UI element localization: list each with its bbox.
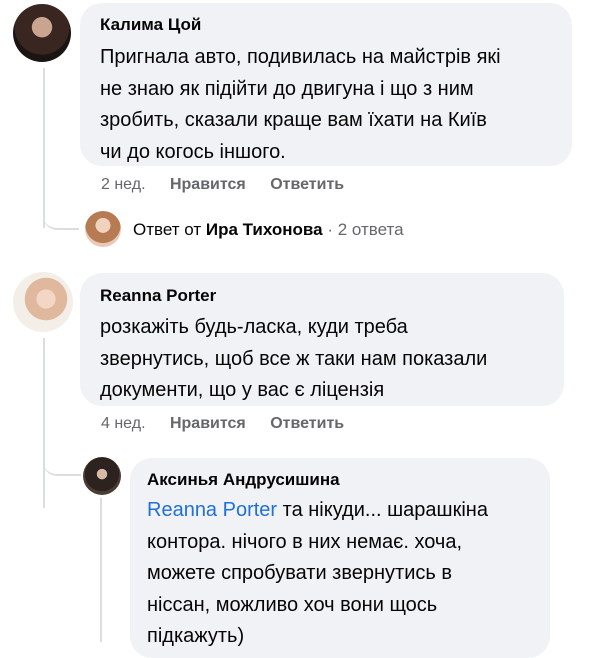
reply-button[interactable]: Ответить xyxy=(270,415,344,432)
reply-summary-author: Ира Тихонова xyxy=(205,220,323,239)
like-button[interactable]: Нравится xyxy=(170,176,246,193)
timestamp[interactable]: 2 нед. xyxy=(101,176,146,193)
comment-meta: 2 нед. Нравится Ответить xyxy=(101,176,344,194)
reply-summary-prefix: Ответ от xyxy=(133,220,202,239)
like-button[interactable]: Нравится xyxy=(170,415,246,432)
view-replies-link[interactable]: Ответ от Ира Тихонова · 2 ответа xyxy=(133,220,404,240)
comment-bubble: Reanna Porter розкажіть будь-ласка, куди… xyxy=(80,273,564,406)
reply-bubble: Аксинья Андрусишина Reanna Porter та нік… xyxy=(130,458,550,658)
comment-text: розкажіть будь-ласка, куди треба звернут… xyxy=(100,316,488,401)
comment-text: Пригнала авто, подивилась на майстрів як… xyxy=(100,46,501,163)
comment-author[interactable]: Reanna Porter xyxy=(100,286,216,306)
thread-connector xyxy=(43,200,79,230)
avatar[interactable] xyxy=(83,457,121,495)
reply-button[interactable]: Ответить xyxy=(270,176,344,193)
comment-author[interactable]: Калима Цой xyxy=(100,15,201,35)
comment-meta: 4 нед. Нравится Ответить xyxy=(101,415,344,433)
mention-link[interactable]: Reanna Porter xyxy=(147,499,277,521)
timestamp[interactable]: 4 нед. xyxy=(101,415,146,432)
avatar[interactable] xyxy=(85,211,121,247)
reply-text: Reanna Porter та нікуди... шарашкіна кон… xyxy=(147,499,488,647)
thread-line xyxy=(43,338,45,508)
reply-count: · 2 ответа xyxy=(327,220,404,239)
reply-author[interactable]: Аксинья Андрусишина xyxy=(147,470,340,490)
reply-thread-line xyxy=(100,498,102,642)
avatar[interactable] xyxy=(13,272,73,332)
thread-connector xyxy=(43,460,81,476)
avatar[interactable] xyxy=(13,4,71,62)
comment-bubble: Калима Цой Пригнала авто, подивилась на … xyxy=(80,3,572,166)
